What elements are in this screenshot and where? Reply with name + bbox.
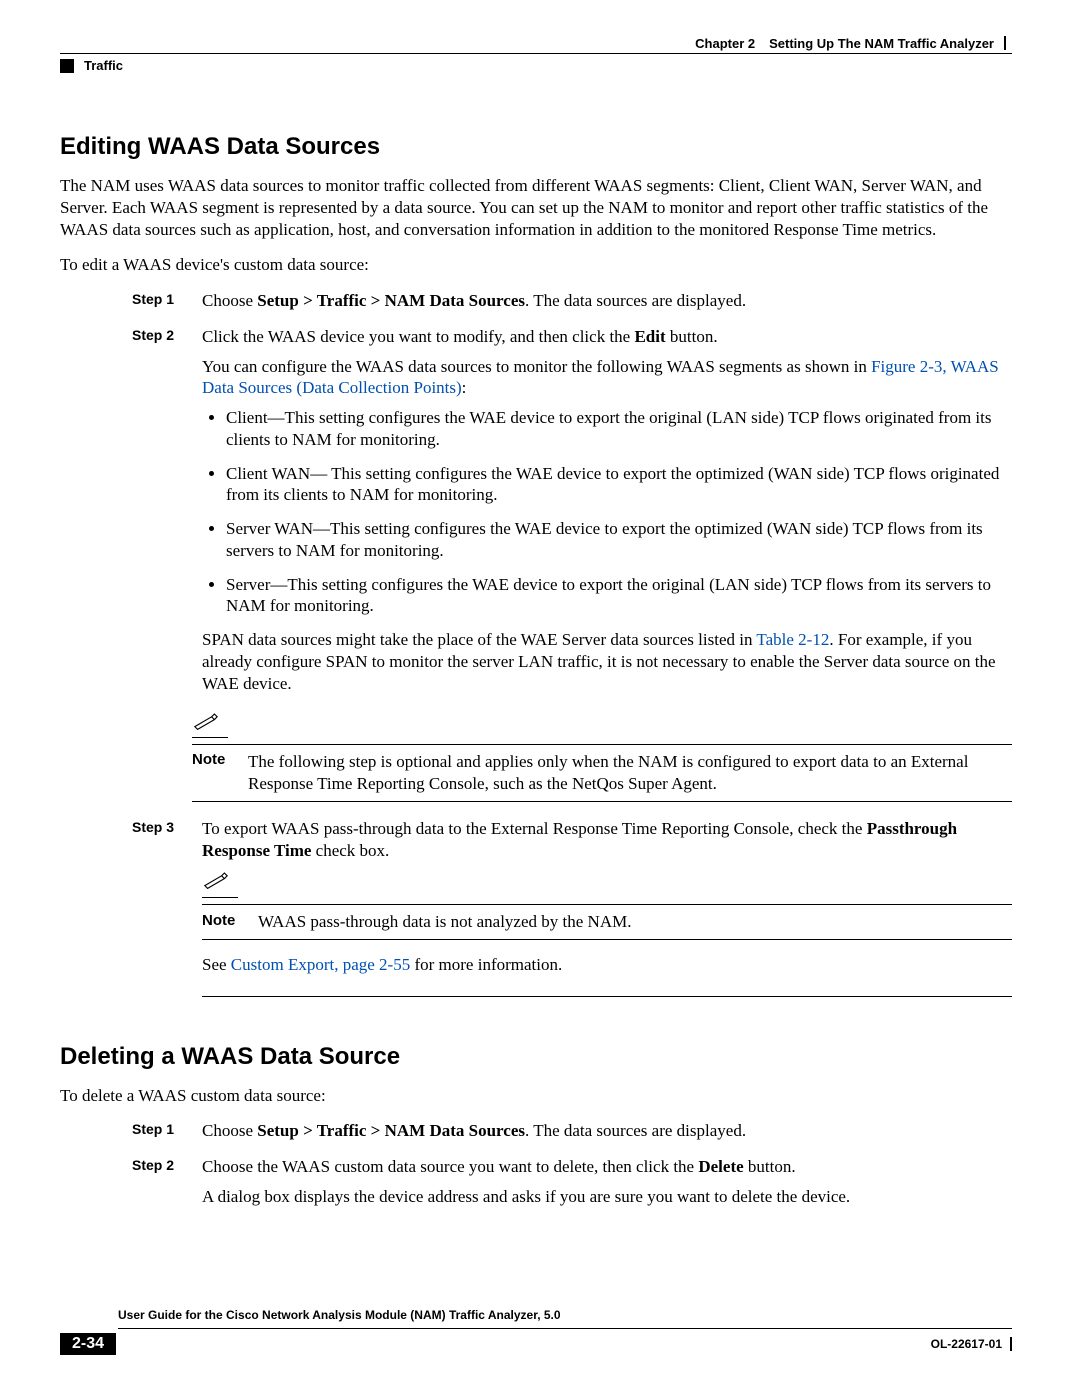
list-item: Client—This setting configures the WAE d…: [226, 407, 1012, 451]
footer-separator: [1010, 1337, 1012, 1351]
section-title-editing: Editing WAAS Data Sources: [60, 133, 1012, 161]
pencil-icon: [192, 712, 1012, 735]
list-item: Server WAN—This setting configures the W…: [226, 518, 1012, 562]
page-number-badge: 2-34: [60, 1333, 116, 1355]
step-2-line1: Click the WAAS device you want to modify…: [202, 326, 1012, 348]
header-bar: Traffic: [60, 53, 1012, 73]
section-title-deleting: Deleting a WAAS Data Source: [60, 1043, 1012, 1071]
pencil-icon: [202, 871, 1012, 895]
intro-paragraph-2: To edit a WAAS device's custom data sour…: [60, 254, 1012, 276]
table-2-12-link[interactable]: Table 2-12: [756, 630, 829, 649]
step-1-text: Choose Setup > Traffic > NAM Data Source…: [202, 290, 1012, 312]
footer-doc-code: OL-22617-01: [931, 1337, 1012, 1352]
header-square-icon: [60, 59, 74, 73]
step-3-see: See Custom Export, page 2-55 for more in…: [202, 954, 1012, 976]
step-3: Step 3 To export WAAS pass-through data …: [60, 818, 1012, 984]
note-text: The following step is optional and appli…: [248, 751, 1012, 795]
custom-export-link[interactable]: Custom Export, page 2-55: [231, 955, 410, 974]
step-2-line2: You can configure the WAAS data sources …: [202, 356, 1012, 400]
note-block-2: Note WAAS pass-through data is not analy…: [202, 871, 1012, 940]
span-paragraph: SPAN data sources might take the place o…: [202, 629, 1012, 694]
note-block-1: Note The following step is optional and …: [192, 712, 1012, 802]
delete-step-1: Step 1 Choose Setup > Traffic > NAM Data…: [60, 1120, 1012, 1150]
page-footer: User Guide for the Cisco Network Analysi…: [60, 1308, 1012, 1355]
delete-step-1-text: Choose Setup > Traffic > NAM Data Source…: [202, 1120, 1012, 1142]
running-header: Chapter 2 Setting Up The NAM Traffic Ana…: [60, 36, 1012, 53]
note-text: WAAS pass-through data is not analyzed b…: [258, 911, 1012, 933]
step-1-label: Step 1: [132, 1120, 192, 1137]
chapter-label: Chapter 2: [695, 36, 755, 51]
step-3-line1: To export WAAS pass-through data to the …: [202, 818, 1012, 862]
note-label: Note: [192, 751, 248, 768]
list-item: Server—This setting configures the WAE d…: [226, 574, 1012, 618]
delete-step-2-extra: A dialog box displays the device address…: [202, 1186, 1012, 1208]
footer-guide-title: User Guide for the Cisco Network Analysi…: [118, 1308, 1012, 1328]
list-item: Client WAN— This setting configures the …: [226, 463, 1012, 507]
segment-list: Client—This setting configures the WAE d…: [202, 407, 1012, 617]
delete-intro: To delete a WAAS custom data source:: [60, 1085, 1012, 1107]
delete-step-2-text: Choose the WAAS custom data source you w…: [202, 1156, 1012, 1178]
step-1: Step 1 Choose Setup > Traffic > NAM Data…: [60, 290, 1012, 320]
intro-paragraph: The NAM uses WAAS data sources to monito…: [60, 175, 1012, 240]
step-2-label: Step 2: [132, 1156, 192, 1173]
step-2-label: Step 2: [132, 326, 192, 343]
header-separator: [1004, 36, 1006, 50]
note-label: Note: [202, 911, 258, 930]
chapter-title: Setting Up The NAM Traffic Analyzer: [769, 36, 994, 51]
step-1-label: Step 1: [132, 290, 192, 307]
section-breadcrumb: Traffic: [84, 58, 123, 73]
delete-step-2: Step 2 Choose the WAAS custom data sourc…: [60, 1156, 1012, 1216]
step-2: Step 2 Click the WAAS device you want to…: [60, 326, 1012, 703]
step-3-label: Step 3: [132, 818, 192, 835]
section-rule: [202, 996, 1012, 997]
